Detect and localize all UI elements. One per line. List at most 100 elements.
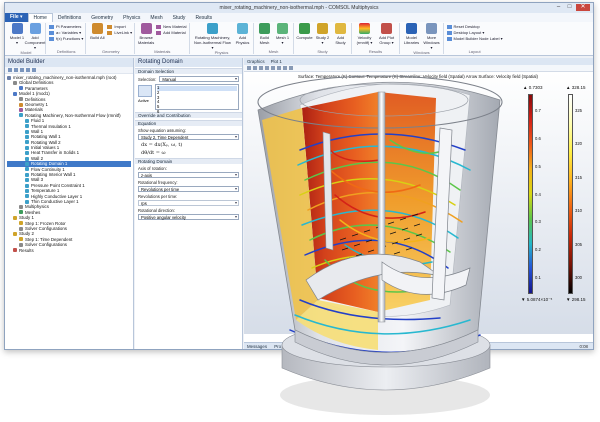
physics-interface-button[interactable]: Rotating Machinery, Non-Isothermal Flow … — [193, 23, 233, 50]
build-mesh-button[interactable]: Build Mesh — [257, 23, 273, 45]
node-label-button[interactable]: Model Builder Node Label ▾ — [446, 36, 503, 41]
rot-freq-combo[interactable]: Revolutions per time — [138, 186, 239, 192]
pan-icon[interactable] — [271, 66, 275, 70]
legend-left-min: ▼ 5.0874×10⁻⁵ — [521, 297, 553, 302]
zoom-extents-icon[interactable] — [259, 66, 263, 70]
active-toggle[interactable] — [138, 85, 152, 97]
tab-geometry[interactable]: Geometry — [86, 15, 118, 21]
section-domain-selection[interactable]: Domain Selection — [135, 68, 242, 74]
velocity-plot-icon — [359, 23, 370, 34]
ribbon-group-layout: Reset Desktop Desktop Layout ▾ Model Bui… — [445, 23, 505, 54]
tab-definitions[interactable]: Definitions — [53, 15, 86, 21]
transparency-icon[interactable] — [283, 66, 287, 70]
expand-icon[interactable] — [20, 68, 24, 72]
more-windows-button[interactable]: More Windows ▾ — [423, 23, 441, 50]
velocity-plot-button[interactable]: Velocity (rmnitf) ▾ — [355, 23, 375, 45]
show-equation-combo[interactable]: Study 2, Time Dependent — [138, 134, 239, 140]
rot-dir-combo[interactable]: Positive angular velocity — [138, 214, 239, 220]
tree-node-icon — [19, 242, 23, 247]
legend-tick-label: 0.7 — [535, 108, 541, 113]
back-icon[interactable] — [8, 68, 12, 72]
tree-node-icon — [25, 145, 29, 150]
add-physics-button[interactable]: Add Physics — [235, 23, 251, 45]
select-icon[interactable] — [277, 66, 281, 70]
tree-node-icon — [13, 248, 17, 253]
mesh-1-button[interactable]: Mesh 1 ▾ — [275, 23, 291, 45]
study-2-button[interactable]: Study 2 ▾ — [315, 23, 331, 45]
file-menu-button[interactable]: File ▾ — [5, 13, 28, 22]
section-equation[interactable]: Equation — [135, 120, 242, 126]
model-libraries-button[interactable]: Model Libraries — [403, 23, 421, 45]
livelink-button[interactable]: LiveLink ▾ — [107, 30, 132, 35]
graphics-canvas[interactable] — [244, 72, 593, 334]
desktop-layout-button[interactable]: Desktop Layout ▾ — [446, 30, 503, 35]
tab-physics[interactable]: Physics — [118, 15, 145, 21]
show-equation-label: Show equation assuming: — [138, 128, 186, 133]
tree-node-icon — [25, 151, 29, 156]
legend-tick-label: 320 — [575, 141, 582, 147]
variables-button[interactable]: a= Variables ▾ — [49, 30, 83, 35]
zoom-in-icon[interactable] — [247, 66, 251, 70]
minimize-button[interactable]: – — [554, 4, 563, 11]
build-all-button[interactable]: Build All — [89, 23, 105, 40]
tab-study[interactable]: Study — [168, 15, 191, 21]
model-icon — [11, 23, 23, 34]
group-label: Layout — [468, 49, 481, 54]
add-material-button[interactable]: Add Material — [156, 30, 186, 35]
ribbon-group-physics: Rotating Machinery, Non-Isothermal Flow … — [191, 23, 254, 55]
graphics-tab[interactable]: Graphics — [247, 59, 265, 64]
settings-panel: Rotating Domain Domain Selection Selecti… — [135, 58, 243, 349]
add-component-icon — [29, 23, 41, 34]
section-rotating-domain[interactable]: Rotating Domain — [135, 158, 242, 164]
legend-tick-label: 315 — [575, 174, 582, 180]
add-component-button[interactable]: Add Component ▾ — [25, 23, 45, 50]
legend-tick-label: 305 — [575, 241, 582, 247]
tab-mesh[interactable]: Mesh — [145, 15, 167, 21]
ribbon-group-model: Model 1 ▾ Add Component ▾ Model — [7, 23, 46, 55]
selection-item[interactable]: 6 — [157, 109, 237, 115]
add-study-button[interactable]: Add Study — [333, 23, 349, 45]
tree-node-icon — [19, 221, 23, 226]
browse-materials-button[interactable]: Browse Materials — [138, 23, 154, 45]
add-plot-group-button[interactable]: Add Plot Group ▾ — [377, 23, 397, 45]
floor-shadow — [280, 375, 490, 415]
compute-button[interactable]: Compute — [296, 23, 313, 40]
tree-node[interactable]: Rotating Machinery, Non-Isothermal Flow … — [7, 113, 131, 118]
parameters-button[interactable]: Pi Parameters — [49, 24, 83, 29]
messages-tab[interactable]: Messages — [247, 344, 267, 349]
rot-freq-label: Rotational frequency: — [138, 180, 178, 185]
selection-list[interactable]: 123456 — [155, 84, 239, 114]
tree-node-icon — [25, 178, 29, 183]
new-material-button[interactable]: New Material — [156, 24, 187, 29]
rotate-icon[interactable] — [265, 66, 269, 70]
graphics-panel: Graphics Plot 1 Surface: Temperature (K)… — [244, 58, 593, 349]
close-button[interactable]: ✕ — [576, 4, 590, 11]
tree-node-icon — [13, 232, 17, 237]
model-builder-toolbar — [5, 67, 133, 74]
tab-results[interactable]: Results — [190, 15, 217, 21]
tree-node-icon — [7, 75, 11, 80]
group-label: Materials — [154, 49, 171, 54]
tab-home[interactable]: Home — [27, 13, 53, 22]
selection-combo[interactable]: Manual — [159, 76, 239, 82]
selection-label: Selection: — [138, 76, 157, 82]
tree-node-icon — [13, 91, 17, 96]
progress-tab[interactable]: Pro — [274, 344, 281, 349]
base-ring — [281, 344, 491, 391]
functions-button[interactable]: f(x) Functions ▾ — [49, 36, 83, 41]
settings-icon[interactable] — [32, 68, 36, 72]
reset-desktop-button[interactable]: Reset Desktop — [446, 24, 503, 29]
axis-combo[interactable]: z-axis — [138, 172, 239, 178]
import-button[interactable]: Import — [107, 24, 132, 29]
forward-icon[interactable] — [14, 68, 18, 72]
tree-node-icon — [19, 237, 23, 242]
graphics-toolbar — [244, 65, 593, 72]
maximize-button[interactable]: □ — [565, 4, 574, 11]
collapse-icon[interactable] — [26, 68, 30, 72]
rev-input[interactable]: rps — [138, 200, 239, 206]
zoom-out-icon[interactable] — [253, 66, 257, 70]
plot-tab[interactable]: Plot 1 — [271, 59, 282, 64]
model-button[interactable]: Model 1 ▾ — [9, 23, 25, 45]
tree-node[interactable]: Results — [7, 248, 131, 253]
screenshot-icon[interactable] — [289, 66, 293, 70]
